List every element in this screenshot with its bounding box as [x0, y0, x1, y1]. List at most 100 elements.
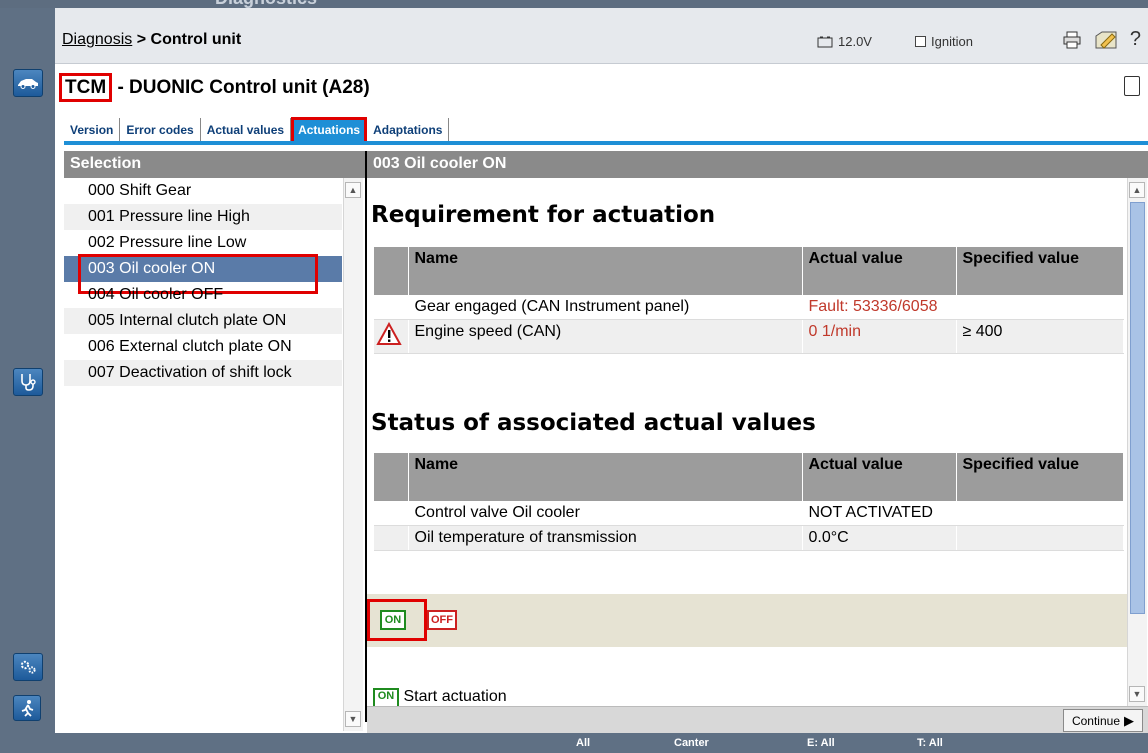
table-row: Oil temperature of transmission 0.0°C	[374, 525, 1124, 551]
edit-icon[interactable]	[1094, 30, 1118, 50]
status-values-table: Name Actual value Specified value Contro…	[374, 453, 1124, 551]
table-row: Engine speed (CAN) 0 1/min ≥ 400	[374, 319, 1124, 354]
status-values-title: Status of associated actual values	[371, 410, 816, 436]
table-header-specified: Specified value	[956, 453, 1124, 501]
row-icon-cell	[374, 319, 409, 354]
row-actual: 0.0°C	[802, 525, 957, 551]
breadcrumb-separator: >	[136, 31, 147, 48]
row-name: Control valve Oil cooler	[408, 501, 803, 526]
table-header-icon	[374, 247, 409, 295]
list-item[interactable]: 007 Deactivation of shift lock	[64, 360, 342, 386]
list-item[interactable]: 006 External clutch plate ON	[64, 334, 342, 360]
table-header-actual: Actual value	[802, 453, 957, 501]
row-icon-cell	[374, 295, 409, 320]
warning-icon	[376, 321, 402, 345]
table-row: Control valve Oil cooler NOT ACTIVATED	[374, 501, 1124, 526]
breadcrumb: Diagnosis > Control unit 12.0V Ignition …	[55, 8, 1148, 64]
selection-header: Selection	[64, 151, 365, 178]
row-name: Engine speed (CAN)	[408, 319, 803, 354]
selection-scrollbar[interactable]: ▲ ▼	[343, 178, 363, 731]
tab-version[interactable]: Version	[64, 118, 121, 142]
diagnosis-button[interactable]	[13, 368, 43, 396]
control-unit-title: TCM - DUONIC Control unit (A28)	[59, 73, 370, 102]
row-actual: NOT ACTIVATED	[802, 501, 957, 526]
stethoscope-icon	[21, 374, 36, 391]
breadcrumb-path: Diagnosis > Control unit	[62, 31, 241, 49]
list-item-selected[interactable]: 003 Oil cooler ON	[64, 254, 342, 294]
list-item[interactable]: 000 Shift Gear	[64, 178, 342, 204]
tab-actuations[interactable]: Actuations	[291, 117, 368, 144]
row-specified: ≥ 400	[956, 319, 1124, 354]
row-name: Gear engaged (CAN Instrument panel)	[408, 295, 803, 320]
tab-underline	[64, 141, 1148, 145]
row-icon-cell	[374, 525, 409, 551]
toolbar-icons: ?	[1062, 28, 1141, 51]
row-icon-cell	[374, 501, 409, 526]
settings-button[interactable]	[13, 653, 43, 681]
tab-error-codes[interactable]: Error codes	[120, 118, 201, 142]
table-header-icon	[374, 453, 409, 501]
row-actual: Fault: 53336/6058	[802, 295, 957, 320]
printer-icon[interactable]	[1062, 31, 1082, 49]
detail-scrollbar[interactable]: ▲ ▼	[1127, 178, 1147, 706]
off-button[interactable]: OFF	[427, 610, 457, 630]
book-icon[interactable]	[1124, 76, 1140, 96]
vehicle-button[interactable]	[13, 69, 43, 97]
list-item[interactable]: 002 Pressure line Low	[64, 230, 342, 256]
status-model: Canter	[674, 737, 709, 749]
table-row: Gear engaged (CAN Instrument panel) Faul…	[374, 295, 1124, 320]
scroll-up-icon[interactable]: ▲	[1129, 182, 1145, 198]
actuation-toolbar: ON OFF	[367, 594, 1127, 647]
voltage-value: 12.0V	[838, 34, 872, 49]
legend-row: ON Start actuation	[373, 688, 1123, 706]
play-arrow-icon: ▶	[1124, 712, 1134, 728]
car-icon	[18, 79, 38, 89]
breadcrumb-link-diagnosis[interactable]: Diagnosis	[62, 31, 132, 48]
table-header-actual: Actual value	[802, 247, 957, 295]
gears-icon	[20, 660, 36, 674]
requirement-table: Name Actual value Specified value Gear e…	[374, 247, 1124, 354]
row-name: Oil temperature of transmission	[408, 525, 803, 551]
breadcrumb-current: Control unit	[150, 31, 242, 48]
voltage-status: 12.0V	[817, 34, 872, 49]
row-specified	[956, 525, 1124, 551]
ignition-status: Ignition	[915, 34, 973, 49]
left-sidebar	[0, 8, 55, 753]
row-actual: 0 1/min	[802, 319, 957, 354]
list-item[interactable]: 001 Pressure line High	[64, 204, 342, 230]
continue-label: Continue	[1071, 713, 1120, 728]
tab-bar: Version Error codes Actual values Actuat…	[64, 115, 450, 144]
detail-footer: Continue ▶	[367, 706, 1148, 733]
ignition-checkbox[interactable]	[915, 36, 926, 47]
window-titlebar: Diagnostics	[0, 0, 1148, 8]
scroll-up-icon[interactable]: ▲	[345, 182, 361, 198]
help-icon[interactable]: ?	[1130, 28, 1141, 51]
tab-actual-values[interactable]: Actual values	[200, 118, 292, 142]
scroll-down-icon[interactable]: ▼	[1129, 686, 1145, 702]
scroll-thumb[interactable]	[1130, 202, 1145, 614]
table-header-specified: Specified value	[956, 247, 1124, 295]
list-item[interactable]: 004 Oil cooler OFF	[64, 282, 342, 308]
status-t: T: All	[917, 737, 943, 749]
running-man-icon	[21, 700, 34, 717]
detail-header: 003 Oil cooler ON	[367, 151, 1148, 178]
selection-list: 000 Shift Gear 001 Pressure line High 00…	[64, 178, 342, 731]
legend-on-badge: ON	[373, 688, 399, 706]
status-e: E: All	[807, 737, 835, 749]
bottom-statusbar: All Canter E: All T: All	[55, 733, 1148, 753]
requirement-title: Requirement for actuation	[371, 202, 716, 228]
window-title: Diagnostics	[215, 0, 317, 8]
tab-adaptations[interactable]: Adaptations	[367, 118, 450, 142]
control-unit-name: - DUONIC Control unit (A28)	[117, 77, 370, 98]
row-specified	[956, 501, 1124, 526]
ignition-label: Ignition	[931, 34, 973, 49]
on-button[interactable]: ON	[380, 610, 406, 630]
exit-button[interactable]	[13, 695, 41, 721]
legend-text: Start actuation	[403, 688, 507, 705]
control-unit-header: TCM - DUONIC Control unit (A28)	[55, 64, 1148, 112]
list-item[interactable]: 005 Internal clutch plate ON	[64, 308, 342, 334]
continue-button[interactable]: Continue ▶	[1062, 709, 1143, 732]
scroll-down-icon[interactable]: ▼	[345, 711, 361, 727]
table-header-name: Name	[408, 247, 803, 295]
tcm-label: TCM	[59, 73, 113, 102]
